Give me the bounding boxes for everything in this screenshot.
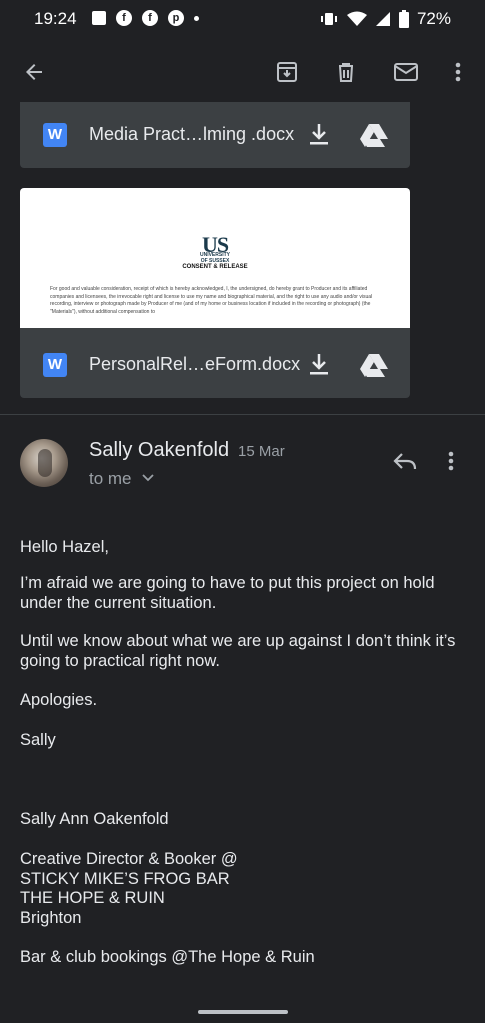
notification-icons: f f p <box>92 10 199 26</box>
facebook-notification-icon: f <box>116 10 132 26</box>
status-bar: 19:24 f f p 72% <box>0 0 485 40</box>
signature-bookings: Bar & club bookings @The Hope & Ruin <box>20 948 315 966</box>
message-more-icon[interactable] <box>448 450 454 477</box>
attachment-name: Media Pract…lming .docx <box>89 124 295 144</box>
battery-icon <box>398 10 409 28</box>
signature-role: Creative Director & Booker @ <box>20 850 238 868</box>
email-toolbar <box>0 40 485 104</box>
sender-name[interactable]: Sally Oakenfold <box>89 439 229 462</box>
wifi-icon <box>346 11 367 26</box>
pinterest-notification-icon: p <box>168 10 184 26</box>
more-notifications-icon <box>194 15 199 21</box>
system-icons: 72% <box>319 9 451 29</box>
delete-icon[interactable] <box>328 54 364 90</box>
cell-signal-icon <box>375 12 390 26</box>
gesture-home-bar[interactable] <box>198 1010 288 1014</box>
signature-venue-2: THE HOPE & RUIN <box>20 889 165 907</box>
document-title: CONSENT & RELEASE <box>182 264 248 270</box>
attachment-card-1[interactable]: W Media Pract…lming .docx <box>20 102 410 168</box>
paragraph-3: Apologies. <box>20 691 98 709</box>
message-date: 15 Mar <box>238 443 285 460</box>
word-doc-icon: W <box>43 123 67 147</box>
paragraph-1: I’m afraid we are going to have to put t… <box>20 574 435 612</box>
message-divider <box>0 414 485 415</box>
download-icon[interactable] <box>308 122 330 151</box>
status-time: 19:24 <box>34 9 77 28</box>
paragraph-2: Until we know about what we are up again… <box>20 632 456 670</box>
archive-icon[interactable] <box>269 54 305 90</box>
reply-icon[interactable] <box>392 450 418 477</box>
recipient-label[interactable]: to me <box>89 469 132 489</box>
save-to-drive-icon[interactable] <box>360 353 388 382</box>
mark-unread-icon[interactable] <box>388 54 424 90</box>
attachment-card-2[interactable]: W PersonalRel…eForm.docx <box>20 328 410 398</box>
signature-venue-1: STICKY MIKE’S FROG BAR <box>20 870 230 888</box>
document-preview[interactable]: US UNIVERSITY OF SUSSEX CONSENT & RELEAS… <box>20 188 410 328</box>
chevron-down-icon[interactable] <box>141 470 155 489</box>
battery-percent: 72% <box>416 9 451 28</box>
signature-city: Brighton <box>20 909 82 927</box>
sender-avatar[interactable] <box>20 439 68 487</box>
save-to-drive-icon[interactable] <box>360 123 388 152</box>
download-icon[interactable] <box>308 352 330 381</box>
greeting: Hello Hazel, <box>20 538 109 556</box>
gallery-notification-icon <box>92 11 106 25</box>
document-body: For good and valuable consideration, rec… <box>50 286 373 315</box>
back-arrow-icon[interactable] <box>16 54 52 90</box>
signature-name: Sally Ann Oakenfold <box>20 810 169 828</box>
signoff: Sally <box>20 731 56 749</box>
word-doc-icon: W <box>43 353 67 377</box>
vibrate-icon <box>320 13 337 25</box>
facebook-notification-icon-2: f <box>142 10 158 26</box>
attachment-name: PersonalRel…eForm.docx <box>89 354 301 374</box>
more-vert-icon[interactable] <box>440 54 476 90</box>
